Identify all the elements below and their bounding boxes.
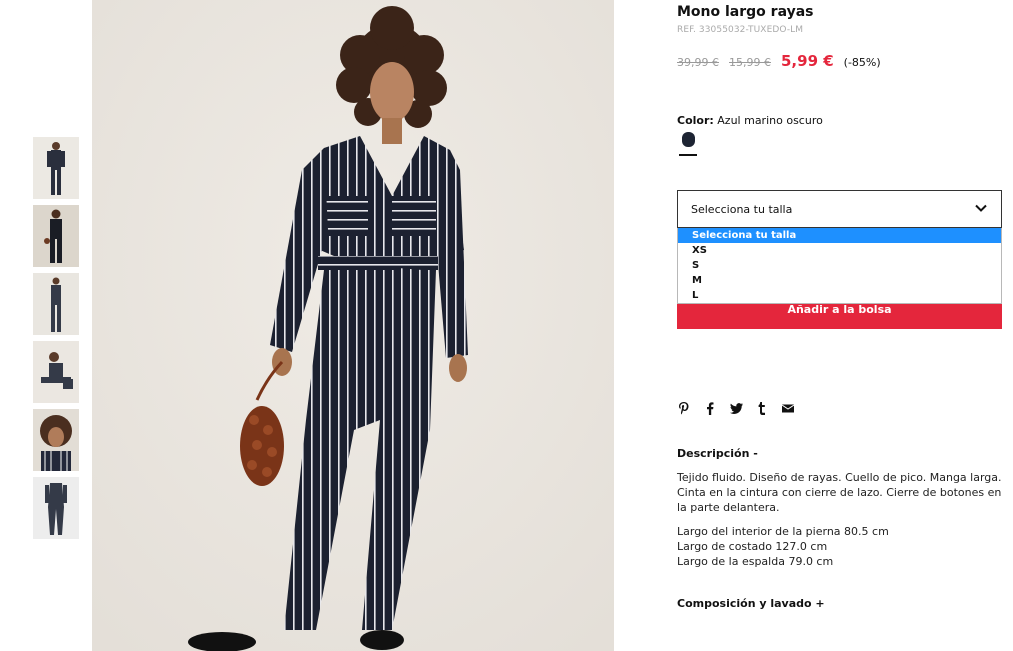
color-label: Color: — [677, 114, 714, 127]
facebook-icon[interactable] — [703, 401, 717, 415]
price-row: 39,99 € 15,99 € 5,99 € (-85%) — [677, 52, 881, 70]
size-option-m[interactable]: M — [678, 273, 1001, 288]
measurement-inseam: Largo del interior de la pierna 80.5 cm — [677, 525, 889, 538]
selected-swatch-indicator — [679, 154, 697, 156]
measurements-list: Largo del interior de la pierna 80.5 cm … — [677, 524, 889, 569]
discount-badge: (-85%) — [843, 56, 881, 69]
thumbnail-4[interactable] — [33, 341, 79, 403]
thumbnail-1[interactable] — [33, 137, 79, 199]
current-price: 5,99 € — [781, 52, 834, 70]
color-label-row: Color: Azul marino oscuro — [677, 114, 823, 127]
thumbnail-gallery — [33, 137, 79, 545]
thumbnail-6[interactable] — [33, 477, 79, 539]
size-option-placeholder[interactable]: Selecciona tu talla — [678, 228, 1001, 243]
size-select[interactable]: Selecciona tu talla — [677, 190, 1002, 228]
previous-sale-price: 15,99 € — [729, 56, 771, 69]
size-select-label: Selecciona tu talla — [691, 203, 793, 216]
color-swatch-navy[interactable] — [682, 132, 695, 147]
original-price: 39,99 € — [677, 56, 719, 69]
thumbnail-2[interactable] — [33, 205, 79, 267]
thumbnail-3[interactable] — [33, 273, 79, 335]
composition-toggle[interactable]: Composición y lavado + — [677, 597, 825, 610]
email-icon[interactable] — [781, 401, 795, 415]
description-text: Tejido fluido. Diseño de rayas. Cuello d… — [677, 471, 1002, 514]
measurement-side-length: Largo de costado 127.0 cm — [677, 540, 828, 553]
size-option-xs[interactable]: XS — [678, 243, 1001, 258]
thumbnail-5[interactable] — [33, 409, 79, 471]
size-dropdown-list: Selecciona tu talla XS S M L — [677, 228, 1002, 304]
product-title: Mono largo rayas — [677, 4, 814, 20]
chevron-down-icon — [975, 204, 987, 212]
twitter-icon[interactable] — [729, 401, 743, 415]
tumblr-icon[interactable] — [755, 401, 769, 415]
product-main-image — [92, 0, 614, 651]
measurement-back-length: Largo de la espalda 79.0 cm — [677, 555, 834, 568]
color-value: Azul marino oscuro — [717, 114, 823, 127]
product-reference: REF. 33055032-TUXEDO-LM — [677, 25, 804, 35]
pinterest-icon[interactable] — [677, 401, 691, 415]
size-option-l[interactable]: L — [678, 288, 1001, 303]
size-option-s[interactable]: S — [678, 258, 1001, 273]
add-to-bag-button[interactable]: Añadir a la bolsa — [677, 304, 1002, 329]
social-share-bar — [677, 401, 807, 415]
description-toggle[interactable]: Descripción - — [677, 447, 758, 460]
